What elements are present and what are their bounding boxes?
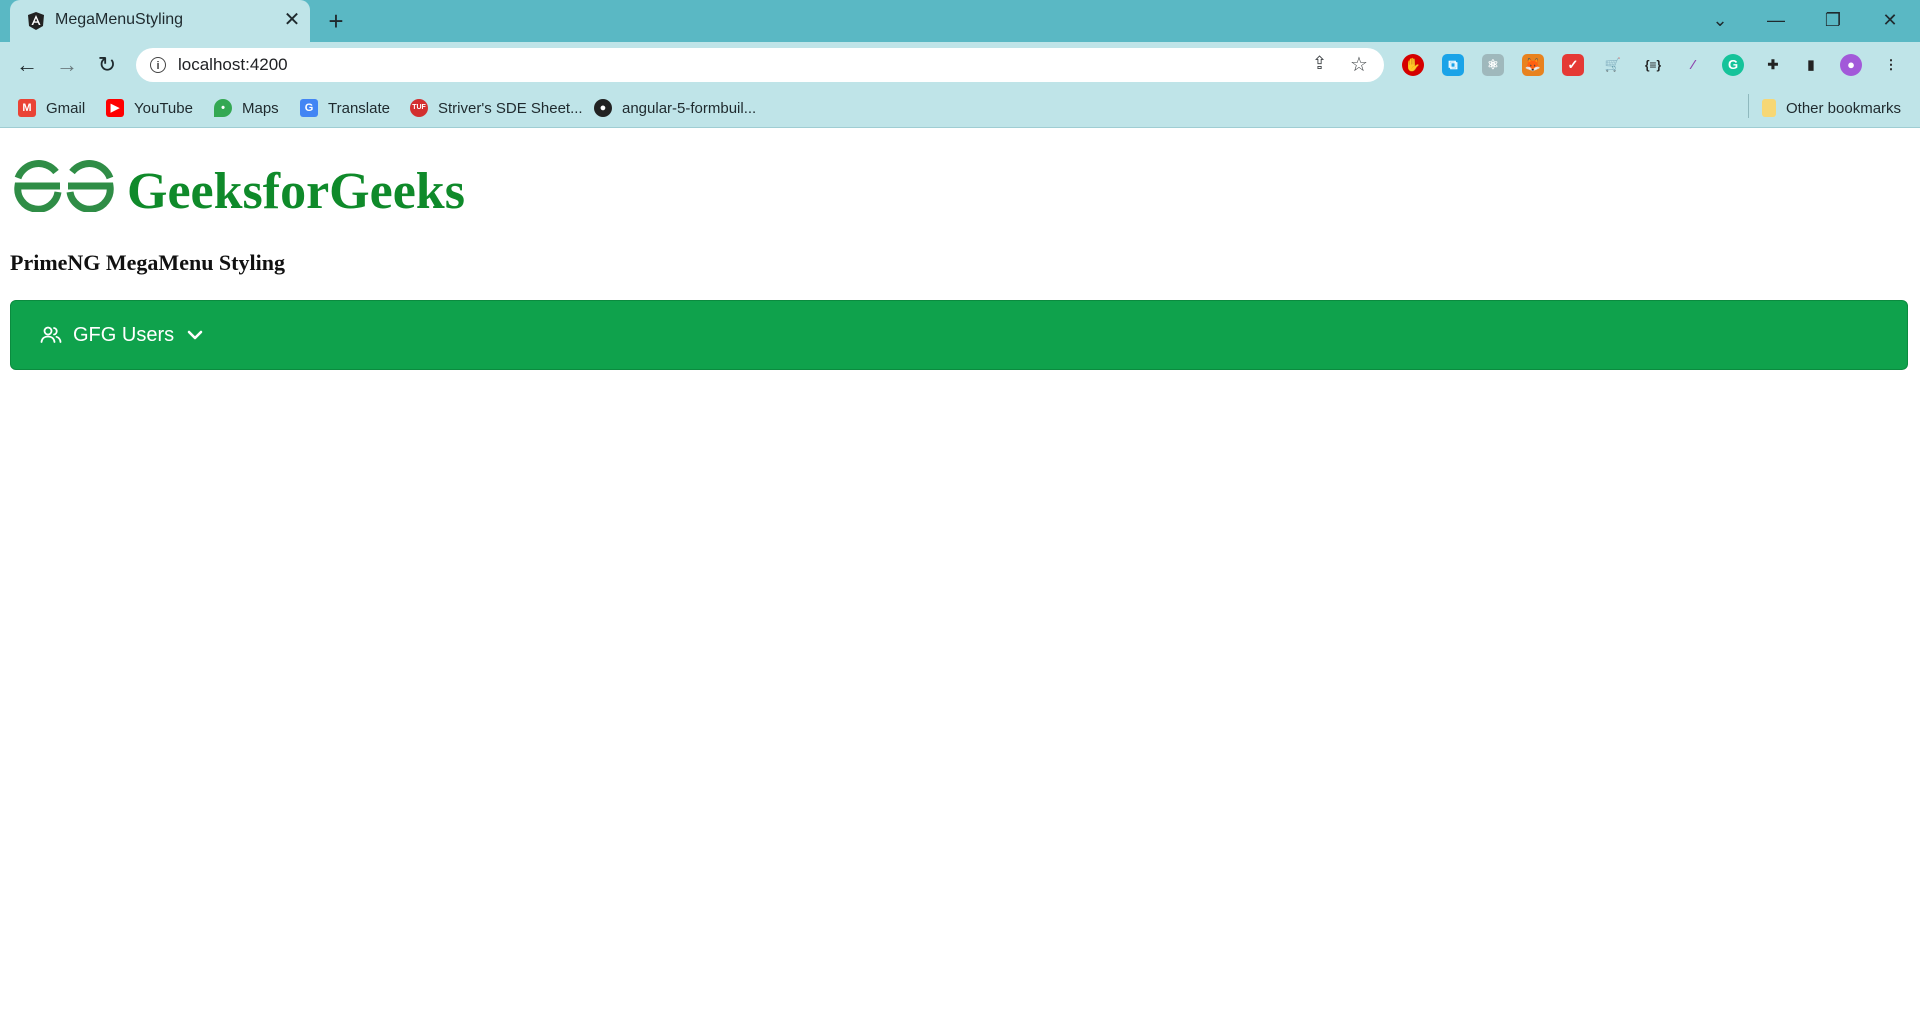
address-bar[interactable]: i localhost:4200 ⇪ ☆ xyxy=(136,48,1384,82)
folder-icon xyxy=(1762,99,1776,117)
youtube-icon: ▶ xyxy=(106,99,124,117)
extensions-puzzle-icon[interactable]: ✚ xyxy=(1762,54,1784,76)
minimize-button[interactable]: — xyxy=(1756,6,1796,34)
adblock-extension-icon[interactable]: ✋ xyxy=(1402,54,1424,76)
bookmark-gmail[interactable]: M Gmail xyxy=(18,98,85,118)
translate-icon: G xyxy=(300,99,318,117)
share-icon[interactable]: ⇪ xyxy=(1312,53,1327,74)
bookmark-striver[interactable]: TUF Striver's SDE Sheet... xyxy=(410,98,583,118)
window-close-button[interactable]: ✕ xyxy=(1870,6,1910,34)
url-text[interactable]: localhost:4200 xyxy=(178,55,288,75)
metamask-icon[interactable]: 🦊 xyxy=(1522,54,1544,76)
pen-extension-icon[interactable]: ∕ xyxy=(1682,54,1704,76)
bookmark-label: Striver's SDE Sheet... xyxy=(438,99,583,117)
page-viewport: GeeksforGeeks PrimeNG MegaMenu Styling G… xyxy=(0,128,1920,1030)
forward-button[interactable]: → xyxy=(52,50,82,80)
bookmarks-separator xyxy=(1748,94,1749,118)
menu-item-gfg-users[interactable]: GFG Users xyxy=(39,315,204,355)
bookmark-label: Maps xyxy=(242,99,279,117)
github-icon: ● xyxy=(594,99,612,117)
tab-title: MegaMenuStyling xyxy=(55,11,184,28)
tab-strip: MegaMenuStyling ✕ + ⌄ — ❐ ✕ xyxy=(0,0,1920,42)
screenshot-extension-icon[interactable]: ⧉ xyxy=(1442,54,1464,76)
profile-avatar-icon[interactable]: ● xyxy=(1840,54,1862,76)
cart-extension-icon[interactable]: 🛒 xyxy=(1602,54,1624,76)
bookmark-label: Gmail xyxy=(46,99,86,117)
json-formatter-icon[interactable]: {≡} xyxy=(1642,54,1664,76)
grammarly-icon[interactable]: G xyxy=(1722,54,1744,76)
back-button[interactable]: ← xyxy=(12,50,42,80)
other-bookmarks-label: Other bookmarks xyxy=(1786,99,1902,117)
react-devtools-icon[interactable]: ⚛ xyxy=(1482,54,1504,76)
bookmark-translate[interactable]: G Translate xyxy=(300,98,390,118)
page-subtitle: PrimeNG MegaMenu Styling xyxy=(10,250,285,275)
maps-icon: • xyxy=(214,99,232,117)
angular-favicon-icon xyxy=(28,12,44,30)
site-info-icon[interactable]: i xyxy=(150,57,166,73)
bookmark-star-icon[interactable]: ☆ xyxy=(1350,52,1368,77)
geeksforgeeks-logo-icon xyxy=(14,160,114,212)
tab-search-button[interactable]: ⌄ xyxy=(1700,6,1740,34)
browser-menu-icon[interactable]: ⋮ xyxy=(1880,54,1902,76)
bookmark-angular-formbuilder[interactable]: ● angular-5-formbuil... xyxy=(594,98,756,118)
new-tab-button[interactable]: + xyxy=(322,8,350,36)
menu-item-label: GFG Users xyxy=(73,323,175,346)
browser-tab[interactable]: MegaMenuStyling ✕ xyxy=(10,0,310,42)
todo-extension-icon[interactable]: ✓ xyxy=(1562,54,1584,76)
restore-button[interactable]: ❐ xyxy=(1813,6,1853,34)
bookmark-youtube[interactable]: ▶ YouTube xyxy=(106,98,193,118)
mega-menu: GFG Users xyxy=(10,300,1908,370)
bookmark-label: Translate xyxy=(328,99,390,117)
bookmark-label: angular-5-formbuil... xyxy=(622,99,757,117)
brand-title: GeeksforGeeks xyxy=(127,163,465,220)
other-bookmarks[interactable]: Other bookmarks xyxy=(1762,98,1901,118)
users-icon xyxy=(40,326,62,343)
gmail-icon: M xyxy=(18,99,36,117)
chevron-down-icon xyxy=(187,330,203,340)
bookmark-maps[interactable]: • Maps xyxy=(214,98,279,118)
tuf-icon: TUF xyxy=(410,99,428,117)
bookmark-label: YouTube xyxy=(134,99,193,117)
tab-close-icon[interactable]: ✕ xyxy=(280,8,304,32)
bookmarks-bar: M Gmail ▶ YouTube • Maps G Translate TUF… xyxy=(0,88,1920,128)
browser-toolbar: ← → ↻ i localhost:4200 ⇪ ☆ ✋ ⧉ ⚛ 🦊 ✓ 🛒 {… xyxy=(0,42,1920,88)
reload-button[interactable]: ↻ xyxy=(92,50,122,80)
side-panel-icon[interactable]: ▮ xyxy=(1800,54,1822,76)
